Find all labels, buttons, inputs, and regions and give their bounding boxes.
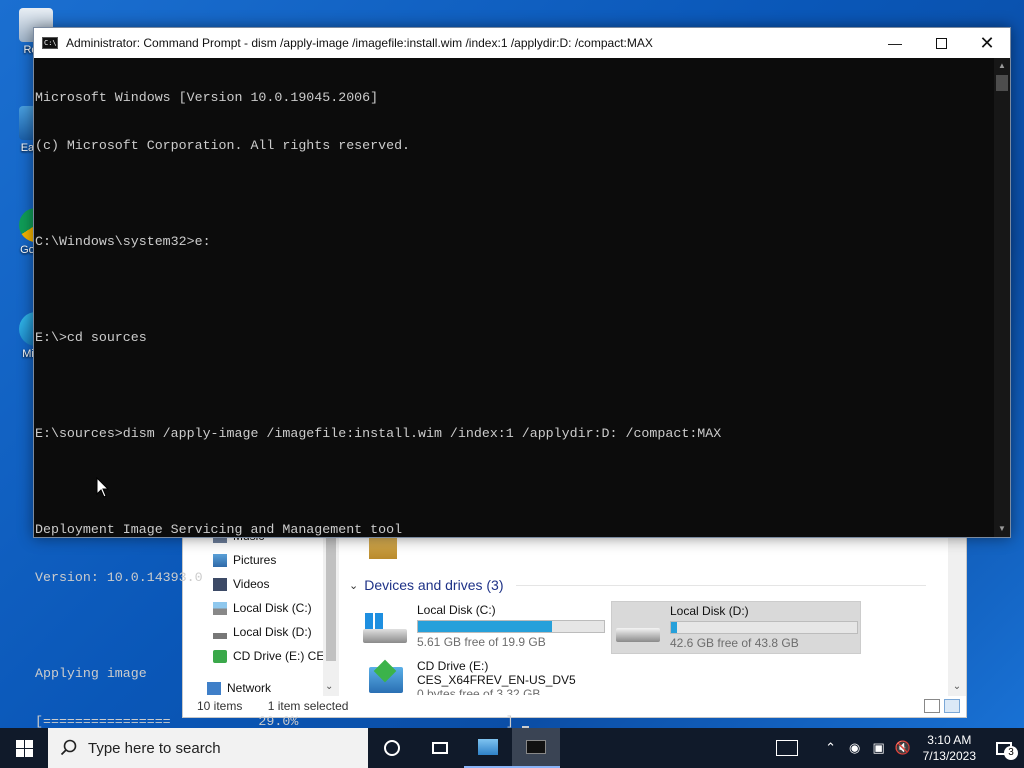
command-prompt-taskbar-button[interactable] — [512, 728, 560, 768]
console-line: Applying image — [35, 666, 147, 681]
console-line: Microsoft Windows [Version 10.0.19045.20… — [35, 90, 379, 105]
maximize-button[interactable] — [918, 28, 964, 58]
cmd-taskbar-icon — [526, 740, 546, 754]
network-tray-icon[interactable]: ▣ — [867, 740, 891, 756]
command-prompt-window[interactable]: C:\ Administrator: Command Prompt - dism… — [33, 27, 1011, 729]
minimize-icon: — — [888, 35, 902, 51]
console-scrollbar[interactable]: ▲ ▼ — [994, 58, 1010, 537]
console-line: (c) Microsoft Corporation. All rights re… — [35, 138, 411, 153]
clock[interactable]: 3:10 AM 7/13/2023 — [915, 732, 984, 764]
title-bar[interactable]: C:\ Administrator: Command Prompt - dism… — [34, 28, 1010, 58]
scroll-down-icon[interactable]: ▼ — [994, 521, 1010, 537]
console-line: C:\Windows\system32>e: — [35, 234, 211, 249]
console-line: Deployment Image Servicing and Managemen… — [35, 522, 403, 537]
touch-keyboard-icon[interactable] — [776, 740, 798, 756]
console-scrollbar-thumb[interactable] — [996, 75, 1008, 91]
search-icon — [60, 739, 77, 756]
cortana-icon — [384, 740, 400, 756]
notification-badge: 3 — [1004, 746, 1018, 760]
file-explorer-icon — [478, 739, 498, 755]
volume-muted-icon[interactable]: 🔇 — [891, 740, 915, 756]
console-line: E:\sources>dism /apply-image /imagefile:… — [35, 426, 722, 441]
window-title: Administrator: Command Prompt - dism /ap… — [66, 36, 653, 50]
taskbar-search-box[interactable]: Type here to search — [48, 728, 368, 768]
meet-now-icon[interactable]: ◉ — [843, 740, 867, 756]
chevron-up-icon[interactable]: ⌃ — [819, 740, 843, 756]
mouse-pointer-icon — [96, 477, 110, 498]
console-output[interactable]: Microsoft Windows [Version 10.0.19045.20… — [34, 58, 994, 729]
start-button[interactable] — [0, 728, 48, 768]
close-button[interactable]: ✕ — [964, 28, 1010, 58]
minimize-button[interactable]: — — [872, 28, 918, 58]
maximize-icon — [935, 37, 947, 49]
console-line: E:\>cd sources — [35, 330, 147, 345]
scroll-up-icon[interactable]: ▲ — [994, 58, 1010, 74]
task-view-icon — [432, 742, 448, 754]
task-view-button[interactable] — [416, 728, 464, 768]
file-explorer-taskbar-button[interactable] — [464, 728, 512, 768]
console-line: Version: 10.0.14393.0 — [35, 570, 203, 585]
action-center-button[interactable]: 3 — [984, 728, 1024, 768]
search-placeholder: Type here to search — [88, 739, 221, 757]
cortana-button[interactable] — [368, 728, 416, 768]
close-icon: ✕ — [979, 32, 995, 53]
system-tray: ⌃ ◉ ▣ 🔇 3:10 AM 7/13/2023 3 — [819, 728, 1024, 768]
progress-text: [================ 29.0% ] — [35, 714, 514, 729]
windows-logo-icon — [15, 739, 33, 757]
clock-date: 7/13/2023 — [922, 749, 976, 763]
taskbar: Type here to search ⌃ ◉ ▣ 🔇 3:10 AM 7/13… — [0, 728, 1024, 768]
clock-time: 3:10 AM — [927, 733, 972, 747]
cmd-app-icon: C:\ — [42, 37, 58, 49]
